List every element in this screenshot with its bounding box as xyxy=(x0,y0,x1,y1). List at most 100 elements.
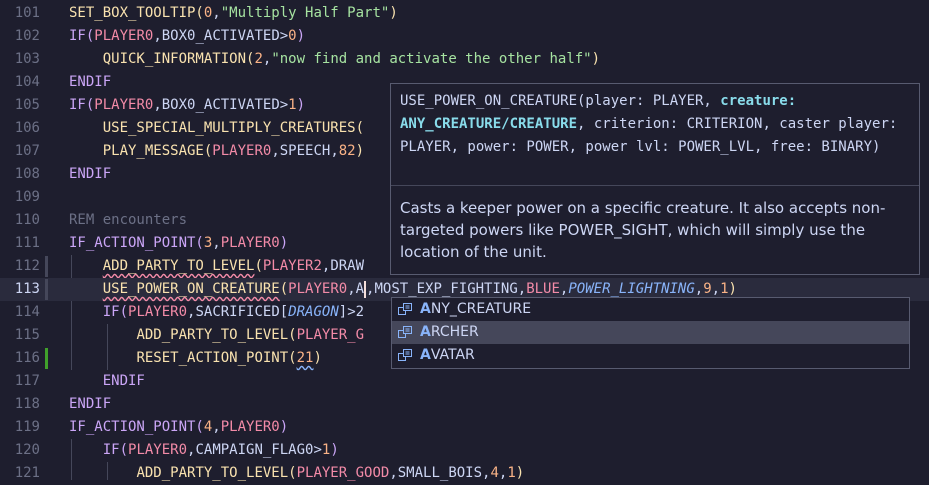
suggestion-item[interactable]: ANY_CREATURE xyxy=(392,298,909,321)
code-token: ) xyxy=(296,97,306,113)
code-token: ENDIF xyxy=(102,373,145,389)
line-number: 117 xyxy=(14,373,40,389)
code-text: IF(PLAYER0,BOX0_ACTIVATED>0) xyxy=(69,25,305,48)
code-token: ( xyxy=(254,258,263,274)
code-token: ]>2 xyxy=(338,304,365,320)
suggestion-label: AVATAR xyxy=(420,347,475,363)
code-token: ) xyxy=(279,419,289,435)
code-token: USE_POWER_ON_CREATURE xyxy=(102,281,280,297)
code-line[interactable]: 103 QUICK_INFORMATION(2,"now find and ac… xyxy=(0,48,929,71)
code-token: IF( xyxy=(102,442,129,458)
line-number: 105 xyxy=(14,97,40,113)
code-token: PLAYER2 xyxy=(262,258,322,274)
line-number: 121 xyxy=(14,465,40,481)
code-text: RESET_ACTION_POINT(21) xyxy=(69,347,321,370)
code-token: ) xyxy=(330,442,339,458)
code-text: IF(PLAYER0,BOX0_ACTIVATED>1) xyxy=(69,94,305,117)
code-text: ENDIF xyxy=(69,163,111,186)
signature-prefix: USE_POWER_ON_CREATURE(player: PLAYER, xyxy=(400,93,721,109)
code-token: ADD_PARTY_TO_LEVEL( xyxy=(136,327,297,343)
code-token: 1 xyxy=(507,465,516,481)
suggestion-item-selected[interactable]: ARCHER xyxy=(392,321,909,344)
code-token: PLAYER0 xyxy=(94,28,154,44)
code-token: ) xyxy=(279,235,289,251)
code-token: 4 xyxy=(490,465,499,481)
line-number: 111 xyxy=(14,235,40,251)
code-token: IF_ACTION_POINT( xyxy=(69,235,204,251)
line-number: 110 xyxy=(14,212,40,228)
code-token: PLAYER0 xyxy=(128,304,188,320)
code-token: BLUE xyxy=(526,281,560,297)
code-token: 1 xyxy=(720,281,729,297)
suggestion-label: ANY_CREATURE xyxy=(420,301,532,317)
code-line[interactable]: 120 IF(PLAYER0,CAMPAIGN_FLAG0>1) xyxy=(0,439,929,462)
code-token: , xyxy=(694,281,704,297)
line-number: 101 xyxy=(14,5,40,21)
code-token: ,BOX0_ACTIVATED> xyxy=(153,97,289,113)
code-text: USE_SPECIAL_MULTIPLY_CREATURES( xyxy=(69,117,364,140)
code-line[interactable]: 119 IF_ACTION_POINT(4,PLAYER0) xyxy=(0,416,929,439)
line-number: 114 xyxy=(14,304,40,320)
code-token: ADD_PARTY_TO_LEVEL( xyxy=(136,465,297,481)
code-token: PLAY_MESSAGE( xyxy=(102,143,213,159)
suggestion-widget[interactable]: ANY_CREATURE ARCHER AVATAR xyxy=(391,297,910,369)
line-number: 120 xyxy=(14,442,40,458)
code-token: ,SMALL_BOIS, xyxy=(389,465,491,481)
line-number: 109 xyxy=(14,189,40,205)
code-line[interactable]: 102 IF(PLAYER0,BOX0_ACTIVATED>0) xyxy=(0,25,929,48)
code-token: ,CAMPAIGN_FLAG0> xyxy=(187,442,322,458)
code-token: ADD_PARTY_TO_LEVEL xyxy=(102,258,255,274)
code-token: DRAGON xyxy=(288,304,339,320)
code-token: PLAYER_GOOD xyxy=(296,465,390,481)
code-token: IF( xyxy=(69,97,95,113)
code-token: ) xyxy=(515,465,525,481)
code-text: PLAY_MESSAGE(PLAYER0,SPEECH,82) xyxy=(69,140,364,163)
code-token: ) xyxy=(296,28,306,44)
code-token: PLAYER0 xyxy=(288,281,348,297)
line-number: 103 xyxy=(14,51,40,67)
code-token: 1 xyxy=(288,97,297,113)
code-token: REM encounters xyxy=(69,212,188,228)
code-text: ADD_PARTY_TO_LEVEL(PLAYER2,DRAW xyxy=(69,255,364,278)
code-token: ,DRAW xyxy=(321,258,365,274)
gutter-change-marker xyxy=(45,279,48,300)
code-text: IF(PLAYER0,CAMPAIGN_FLAG0>1) xyxy=(69,439,339,462)
code-token: , xyxy=(212,419,221,435)
code-token: ENDIF xyxy=(69,166,112,182)
suggestion-item[interactable]: AVATAR xyxy=(392,344,909,367)
line-number: 104 xyxy=(14,74,40,90)
code-token: ENDIF xyxy=(69,74,112,90)
line-number: 113 xyxy=(14,281,40,297)
code-line[interactable]: 101 SET_BOX_TOOLTIP(0,"Multiply Half Part… xyxy=(0,2,929,25)
code-token: ) xyxy=(591,51,601,67)
code-token: ,MOST_EXP_FIGHTING, xyxy=(366,281,527,297)
code-text: REM encounters xyxy=(69,209,187,232)
code-line[interactable]: 121 ADD_PARTY_TO_LEVEL(PLAYER_GOOD,SMALL… xyxy=(0,462,929,485)
code-text: ADD_PARTY_TO_LEVEL(PLAYER_G xyxy=(69,324,364,347)
code-token: ,SACRIFICED[ xyxy=(187,304,289,320)
code-text: ENDIF xyxy=(69,393,111,416)
line-number: 112 xyxy=(14,258,40,274)
code-text: ENDIF xyxy=(69,370,145,393)
code-token: ,A xyxy=(347,281,365,297)
code-text: IF_ACTION_POINT(3,PLAYER0) xyxy=(69,232,288,255)
code-token: PLAYER_G xyxy=(296,327,365,343)
code-token: IF( xyxy=(69,28,95,44)
code-token: ,BOX0_ACTIVATED> xyxy=(153,28,289,44)
code-line[interactable]: 117 ENDIF xyxy=(0,370,929,393)
code-token: 2 xyxy=(254,51,263,67)
code-text: IF_ACTION_POINT(4,PLAYER0) xyxy=(69,416,288,439)
enum-member-icon xyxy=(398,349,412,361)
code-text: ENDIF xyxy=(69,71,111,94)
signature: USE_POWER_ON_CREATURE(player: PLAYER, cr… xyxy=(400,90,910,159)
code-line[interactable]: 118 ENDIF xyxy=(0,393,929,416)
line-number: 118 xyxy=(14,396,40,412)
code-token: ) xyxy=(355,143,365,159)
